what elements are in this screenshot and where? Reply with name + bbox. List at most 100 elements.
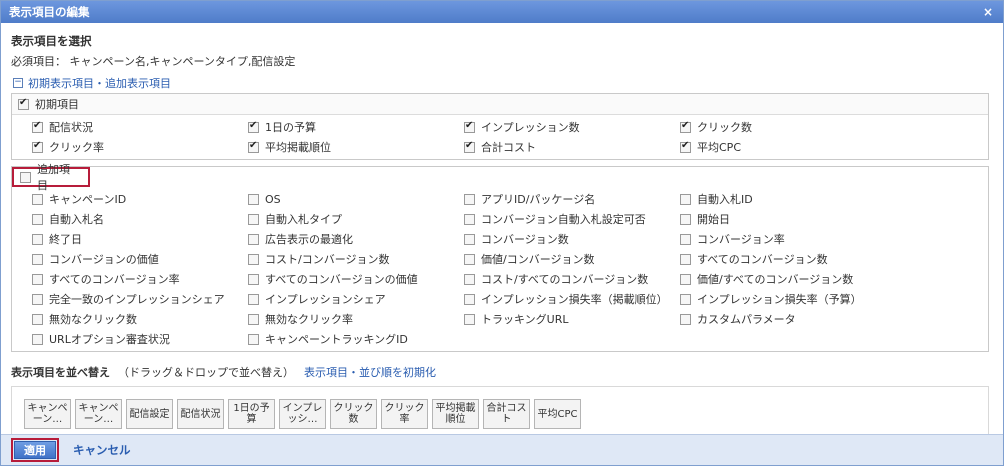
additional-item-checkbox[interactable] bbox=[680, 213, 691, 225]
sortable-column-chip[interactable]: 合計コス ト bbox=[483, 399, 530, 429]
additional-item-checkbox[interactable] bbox=[464, 193, 475, 205]
apply-button[interactable]: 適用 bbox=[14, 441, 56, 459]
sortable-column-chip[interactable]: インプレ ッシ… bbox=[279, 399, 326, 429]
initial-item[interactable]: クリック率 bbox=[32, 137, 248, 157]
additional-item[interactable]: コンバージョンの価値 bbox=[32, 249, 248, 269]
reset-order-link[interactable]: 表示項目・並び順を初期化 bbox=[304, 364, 436, 380]
additional-item[interactable]: インプレッションシェア bbox=[248, 289, 464, 309]
additional-item-checkbox[interactable] bbox=[32, 193, 43, 205]
additional-item[interactable]: コンバージョン自動入札設定可否 bbox=[464, 209, 680, 229]
initial-item[interactable]: 平均CPC bbox=[680, 137, 896, 157]
additional-item[interactable]: カスタムパラメータ bbox=[680, 309, 896, 329]
sortable-column-chip[interactable]: キャンペ ーン… bbox=[24, 399, 71, 429]
additional-item[interactable]: すべてのコンバージョンの価値 bbox=[248, 269, 464, 289]
initial-item-checkbox[interactable] bbox=[464, 120, 475, 133]
additional-item-checkbox[interactable] bbox=[32, 233, 43, 245]
sortable-column-chip[interactable]: 1日の予 算 bbox=[228, 399, 275, 429]
initial-items-checkbox[interactable] bbox=[18, 97, 29, 110]
additional-item-checkbox[interactable] bbox=[464, 293, 475, 305]
additional-item[interactable]: 完全一致のインプレッションシェア bbox=[32, 289, 248, 309]
additional-item[interactable]: 価値/コンバージョン数 bbox=[464, 249, 680, 269]
additional-item-checkbox[interactable] bbox=[680, 253, 691, 265]
additional-item[interactable]: OS bbox=[248, 189, 464, 209]
additional-item[interactable]: コンバージョン数 bbox=[464, 229, 680, 249]
additional-item-checkbox[interactable] bbox=[248, 313, 259, 325]
initial-item-checkbox[interactable] bbox=[32, 120, 43, 133]
initial-item-checkbox[interactable] bbox=[248, 120, 259, 133]
collapse-icon[interactable]: − bbox=[13, 78, 23, 88]
additional-item[interactable]: 開始日 bbox=[680, 209, 896, 229]
additional-items-header[interactable]: 追加項目 bbox=[12, 163, 90, 192]
additional-item[interactable]: すべてのコンバージョン数 bbox=[680, 249, 896, 269]
additional-item-checkbox[interactable] bbox=[248, 333, 259, 345]
additional-item[interactable]: アプリID/パッケージ名 bbox=[464, 189, 680, 209]
additional-item[interactable]: 自動入札タイプ bbox=[248, 209, 464, 229]
additional-item-checkbox[interactable] bbox=[248, 293, 259, 305]
toggle-section-link[interactable]: − 初期表示項目・追加表示項目 bbox=[11, 75, 993, 91]
additional-item[interactable]: すべてのコンバージョン率 bbox=[32, 269, 248, 289]
additional-item[interactable]: 無効なクリック率 bbox=[248, 309, 464, 329]
initial-items-header[interactable]: 初期項目 bbox=[12, 94, 988, 115]
initial-item-checkbox[interactable] bbox=[680, 120, 691, 133]
additional-item-checkbox[interactable] bbox=[680, 273, 691, 285]
additional-item-checkbox[interactable] bbox=[464, 233, 475, 245]
additional-item-checkbox[interactable] bbox=[32, 293, 43, 305]
dialog-titlebar[interactable]: 表示項目の編集 × bbox=[1, 1, 1003, 23]
additional-item[interactable]: キャンペーンID bbox=[32, 189, 248, 209]
additional-item[interactable]: 自動入札名 bbox=[32, 209, 248, 229]
additional-item-checkbox[interactable] bbox=[248, 253, 259, 265]
additional-item[interactable]: 終了日 bbox=[32, 229, 248, 249]
additional-item[interactable]: コスト/コンバージョン数 bbox=[248, 249, 464, 269]
toggle-section-label[interactable]: 初期表示項目・追加表示項目 bbox=[28, 75, 171, 91]
additional-item-checkbox[interactable] bbox=[464, 213, 475, 225]
initial-item[interactable]: クリック数 bbox=[680, 117, 896, 137]
initial-item[interactable]: 1日の予算 bbox=[248, 117, 464, 137]
additional-item-checkbox[interactable] bbox=[248, 273, 259, 285]
sortable-column-chip[interactable]: 平均掲載 順位 bbox=[432, 399, 479, 429]
additional-item-checkbox[interactable] bbox=[680, 293, 691, 305]
additional-item-checkbox[interactable] bbox=[464, 253, 475, 265]
close-icon[interactable]: × bbox=[983, 1, 993, 23]
sortable-column-chip[interactable]: クリック 数 bbox=[330, 399, 377, 429]
additional-item[interactable]: 広告表示の最適化 bbox=[248, 229, 464, 249]
additional-item-checkbox[interactable] bbox=[248, 233, 259, 245]
cancel-link[interactable]: キャンセル bbox=[73, 442, 131, 458]
additional-items-checkbox[interactable] bbox=[20, 171, 31, 183]
additional-item[interactable]: コスト/すべてのコンバージョン数 bbox=[464, 269, 680, 289]
additional-item[interactable]: 無効なクリック数 bbox=[32, 309, 248, 329]
additional-item[interactable]: トラッキングURL bbox=[464, 309, 680, 329]
additional-item[interactable]: インプレッション損失率（予算） bbox=[680, 289, 896, 309]
additional-item[interactable]: 価値/すべてのコンバージョン数 bbox=[680, 269, 896, 289]
additional-item[interactable]: キャンペーントラッキングID bbox=[248, 329, 464, 349]
initial-item[interactable]: 配信状況 bbox=[32, 117, 248, 137]
additional-item-checkbox[interactable] bbox=[32, 333, 43, 345]
additional-item-checkbox[interactable] bbox=[464, 273, 475, 285]
additional-item-checkbox[interactable] bbox=[32, 213, 43, 225]
additional-item-checkbox[interactable] bbox=[32, 273, 43, 285]
sortable-column-chip[interactable]: 平均CPC bbox=[534, 399, 581, 429]
sortable-column-chip[interactable]: 配信設定 bbox=[126, 399, 173, 429]
additional-item[interactable]: コンバージョン率 bbox=[680, 229, 896, 249]
additional-item-checkbox[interactable] bbox=[680, 193, 691, 205]
additional-item-checkbox[interactable] bbox=[680, 313, 691, 325]
initial-item-checkbox[interactable] bbox=[32, 140, 43, 153]
additional-item-checkbox[interactable] bbox=[464, 313, 475, 325]
sortable-column-chip[interactable]: 配信状況 bbox=[177, 399, 224, 429]
initial-item[interactable]: インプレッション数 bbox=[464, 117, 680, 137]
additional-item-checkbox[interactable] bbox=[32, 313, 43, 325]
sortable-column-chip[interactable]: キャンペ ーン… bbox=[75, 399, 122, 429]
sortable-column-chip[interactable]: クリック 率 bbox=[381, 399, 428, 429]
edit-columns-dialog: 表示項目の編集 × 表示項目を選択 必須項目： キャンペーン名,キャンペーンタイ… bbox=[0, 0, 1004, 466]
additional-item-checkbox[interactable] bbox=[248, 193, 259, 205]
initial-item-checkbox[interactable] bbox=[248, 140, 259, 153]
additional-item-checkbox[interactable] bbox=[680, 233, 691, 245]
initial-item[interactable]: 平均掲載順位 bbox=[248, 137, 464, 157]
initial-item[interactable]: 合計コスト bbox=[464, 137, 680, 157]
initial-item-checkbox[interactable] bbox=[680, 140, 691, 153]
additional-item[interactable]: 自動入札ID bbox=[680, 189, 896, 209]
additional-item-checkbox[interactable] bbox=[32, 253, 43, 265]
additional-item-checkbox[interactable] bbox=[248, 213, 259, 225]
additional-item[interactable]: インプレッション損失率（掲載順位） bbox=[464, 289, 680, 309]
additional-item[interactable]: URLオプション審査状況 bbox=[32, 329, 248, 349]
initial-item-checkbox[interactable] bbox=[464, 140, 475, 153]
